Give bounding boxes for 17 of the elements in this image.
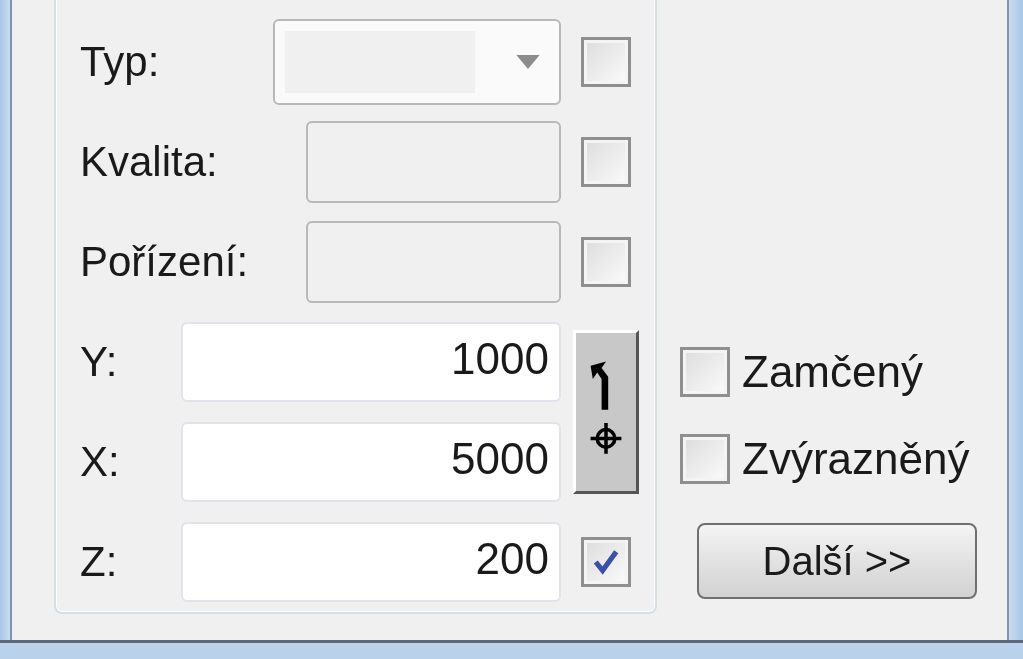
input-field[interactable]: 5000 <box>181 422 561 502</box>
field-label: Typ: <box>80 38 160 86</box>
checkbox[interactable] <box>581 537 631 587</box>
pick-point-button[interactable] <box>573 330 639 494</box>
field-label: X: <box>80 438 120 486</box>
next-button[interactable]: Další >> <box>697 523 977 599</box>
caret-icon <box>515 55 541 69</box>
field-label: Kvalita: <box>80 138 218 186</box>
checkbox[interactable] <box>680 347 730 397</box>
field-label: Y: <box>80 338 118 386</box>
checkbox-label: Zvýrazněný <box>742 434 970 484</box>
checkbox-label: Zamčený <box>742 347 923 397</box>
checkbox[interactable] <box>680 434 730 484</box>
input-field[interactable]: 200 <box>181 522 561 602</box>
input-field[interactable]: 1000 <box>181 322 561 402</box>
field-label: Z: <box>80 538 118 586</box>
field-label: Pořízení: <box>80 238 249 286</box>
